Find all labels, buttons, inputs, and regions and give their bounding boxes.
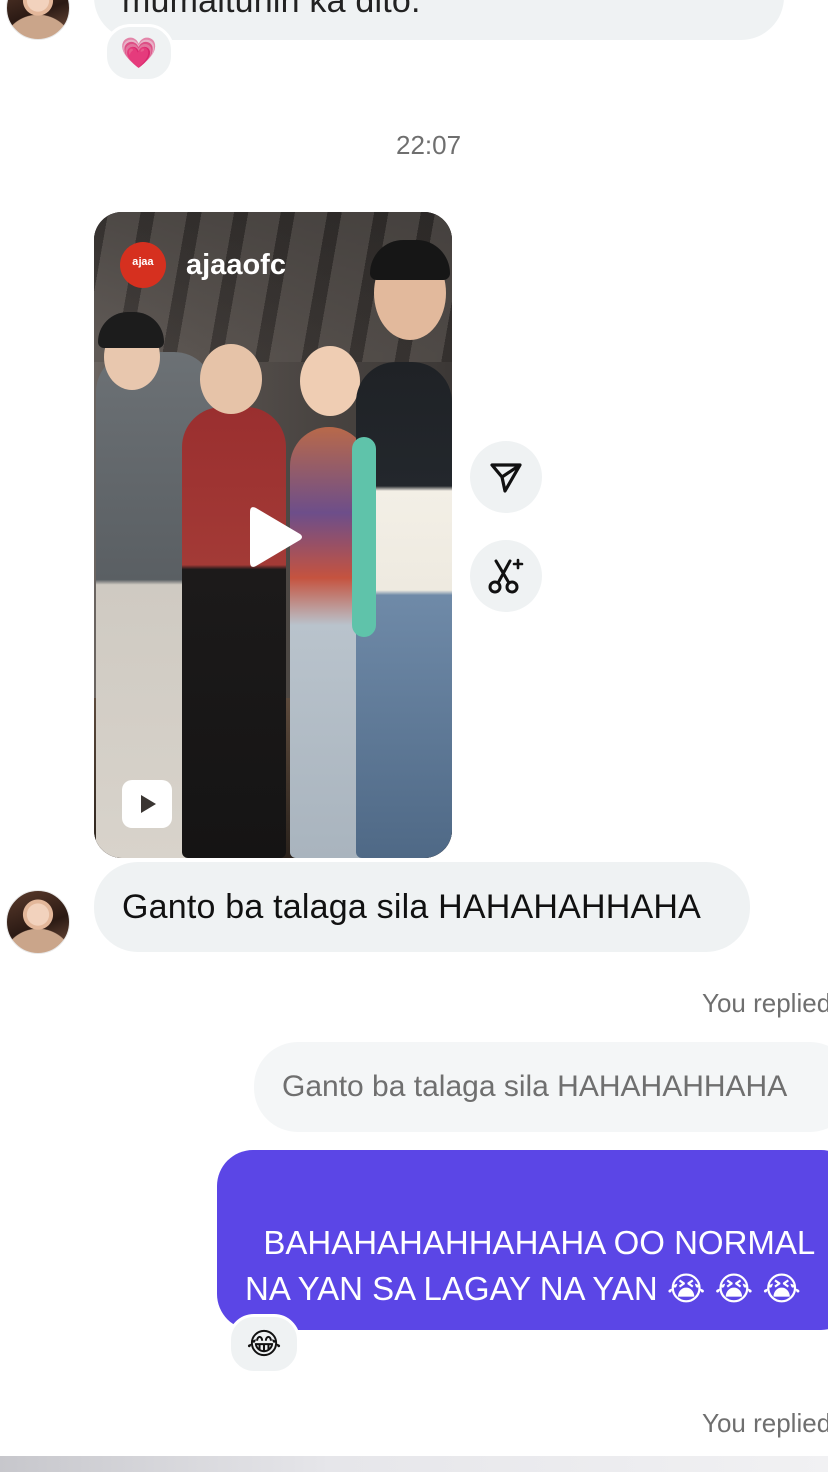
reel-author-name: ajaaofc — [186, 248, 286, 281]
reel-author-logo: ᵃʲᵃᵃ — [120, 242, 166, 288]
quoted-message[interactable]: Ganto ba talaga sila HAHAHAHHAHA — [254, 1042, 828, 1132]
message-text: BAHAHAHAHHAHAHA OO NORMAL NA YAN SA LAGA… — [245, 1224, 816, 1330]
reel-badge-play — [141, 795, 156, 813]
message-bubble-incoming[interactable]: mumaltunin ka dito. — [94, 0, 784, 40]
contact-avatar[interactable] — [6, 0, 70, 40]
message-reaction[interactable]: 😂 — [228, 1314, 300, 1374]
timestamp: 22:07 — [396, 130, 462, 160]
message-text: mumaltunin ka dito. — [122, 0, 421, 20]
reel-sleeve — [352, 437, 376, 637]
laughing-emoji: 😂 — [246, 1327, 282, 1361]
reel-author[interactable]: ᵃʲᵃᵃ ajaaofc — [120, 242, 286, 288]
reel-head-2 — [200, 344, 262, 414]
remix-button[interactable] — [470, 540, 542, 612]
message-bubble-outgoing[interactable]: BAHAHAHAHHAHAHA OO NORMAL NA YAN SA LAGA… — [217, 1150, 828, 1330]
share-button[interactable] — [470, 441, 542, 513]
quoted-message-text: Ganto ba talaga sila HAHAHAHHAHA — [282, 1070, 788, 1103]
contact-avatar[interactable] — [6, 890, 70, 954]
play-icon[interactable] — [246, 502, 306, 572]
heart-emoji: 💗 — [120, 36, 158, 70]
share-icon — [490, 463, 522, 493]
next-message-partial — [0, 1456, 828, 1472]
message-bubble-incoming[interactable]: Ganto ba talaga sila HAHAHAHHAHA — [94, 862, 750, 952]
you-replied-label: You replied — [702, 988, 828, 1018]
reel-head-3 — [300, 346, 360, 416]
remix-scissors-icon — [488, 558, 524, 594]
shared-reel-card[interactable]: ᵃʲᵃᵃ ajaaofc — [94, 212, 452, 858]
reel-person-2 — [182, 407, 286, 858]
you-replied-label: You replied — [702, 1408, 828, 1438]
message-reaction[interactable]: 💗 — [104, 24, 174, 82]
message-text: Ganto ba talaga sila HAHAHAHHAHA — [122, 888, 701, 926]
reels-icon — [122, 780, 172, 828]
